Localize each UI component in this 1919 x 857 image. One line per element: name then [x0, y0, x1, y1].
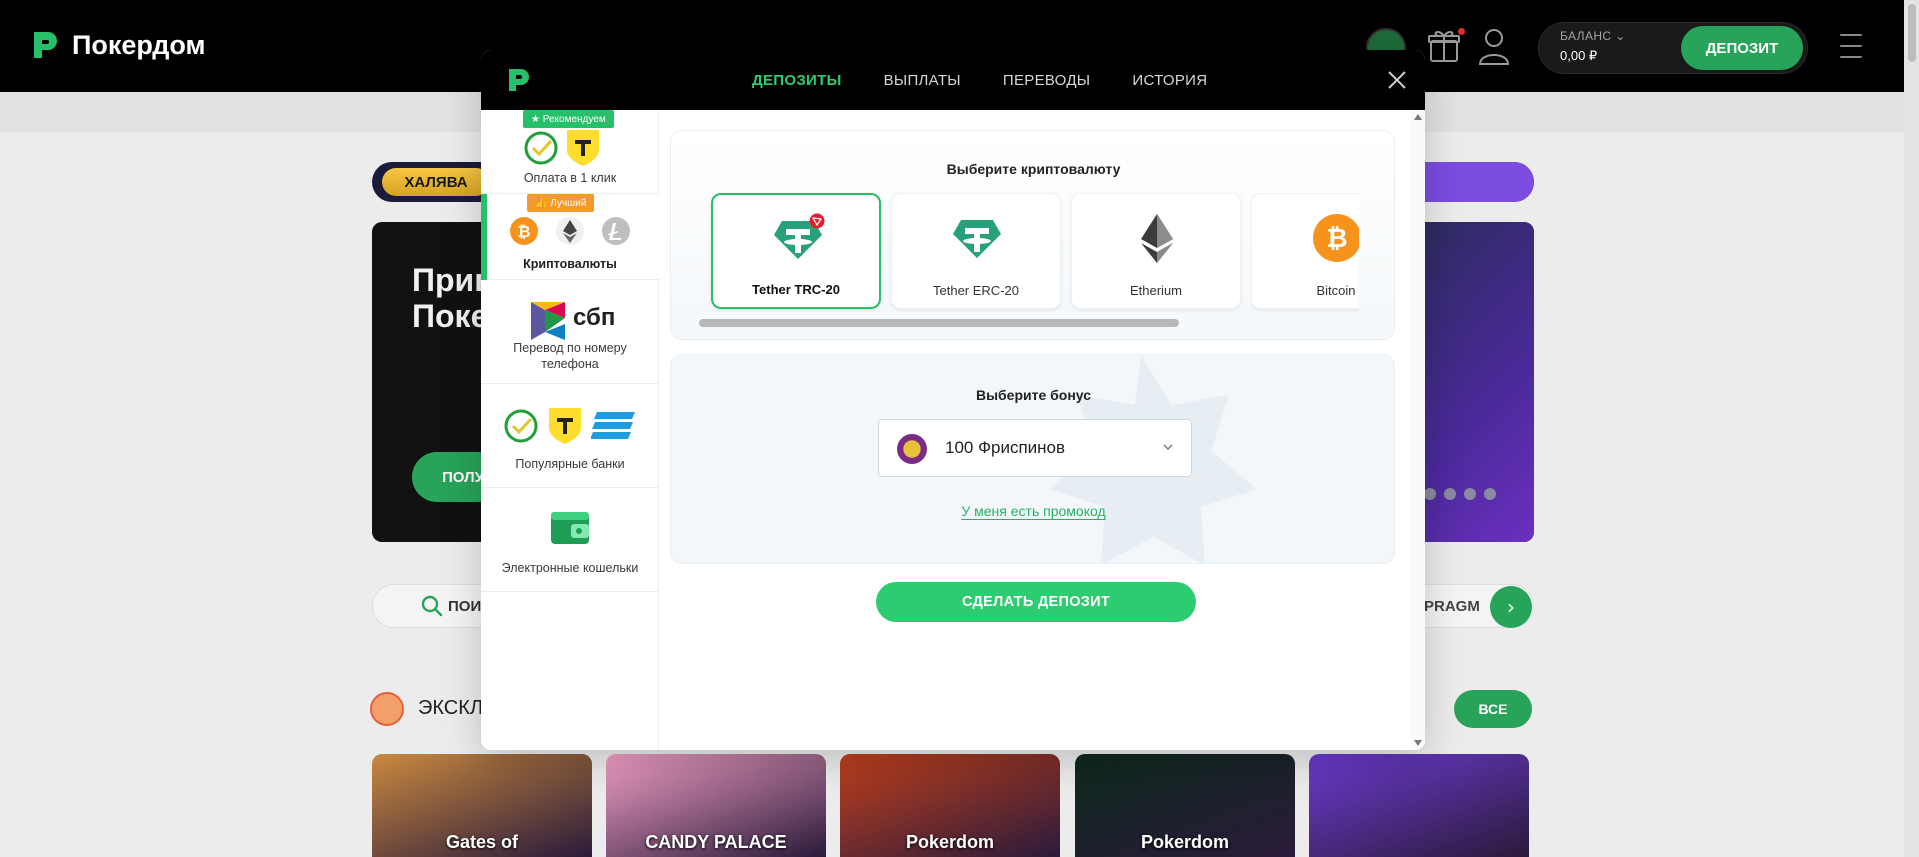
- bonus-dropdown[interactable]: 100 Фриспинов: [878, 419, 1192, 477]
- ethereum-icon: [556, 217, 584, 245]
- scroll-up-icon[interactable]: [1414, 114, 1422, 120]
- bonus-title: Выберите бонус: [975, 387, 1092, 403]
- bitcoin-icon: ₿: [1313, 214, 1359, 262]
- deposit-content: Выберите криптовалюту Tether TRC-20 Teth…: [659, 110, 1425, 750]
- close-icon[interactable]: [1385, 68, 1409, 92]
- gift-icon[interactable]: [1426, 28, 1462, 64]
- user-icon[interactable]: [1476, 26, 1512, 66]
- vtb-icon: [591, 412, 635, 439]
- search-icon: [421, 595, 443, 617]
- make-deposit-button[interactable]: СДЕЛАТЬ ДЕПОЗИТ: [876, 582, 1196, 622]
- balance-value: 0,00 ₽: [1560, 48, 1598, 63]
- coin-bitcoin[interactable]: ₿ Bitcoin: [1251, 193, 1359, 309]
- game-title: Pokerdom: [1140, 832, 1230, 852]
- coin-ethereum[interactable]: Etherium: [1071, 193, 1241, 309]
- freespins-icon: [897, 434, 927, 464]
- method-one-click[interactable]: ★ Рекомендуем Оплата в 1 клик: [481, 110, 659, 194]
- tron-badge-icon: [809, 213, 825, 229]
- crypto-selector-card: Выберите криптовалюту Tether TRC-20 Teth…: [670, 130, 1395, 340]
- balance-label[interactable]: БАЛАНС ⌄: [1560, 29, 1626, 43]
- sbp-logo-text: сбп: [573, 304, 616, 331]
- method-label: Популярные банки: [515, 457, 625, 471]
- pokerdom-logo-icon: [34, 32, 57, 58]
- method-label: Криптовалюты: [523, 257, 617, 271]
- sber-icon: [504, 409, 538, 443]
- svg-text:₿: ₿: [517, 222, 530, 241]
- tether-icon: [953, 220, 1001, 258]
- crypto-title: Выберите криптовалюту: [946, 161, 1121, 177]
- promo-code-link[interactable]: У меня есть промокод: [671, 503, 1394, 519]
- game-tile[interactable]: CANDY PALACE: [606, 754, 826, 857]
- all-games-button[interactable]: ВСЕ: [1454, 690, 1532, 728]
- game-tile[interactable]: Gates of: [372, 754, 592, 857]
- chevron-down-icon: [1163, 444, 1173, 451]
- game-title: Gates of: [445, 832, 519, 852]
- method-sbp[interactable]: сбп Перевод по номеру телефона: [481, 280, 659, 384]
- provider-filter[interactable]: PRAGM: [1424, 598, 1480, 615]
- coin-name: Bitcoin: [1316, 283, 1356, 298]
- promo-strip-accent: [1410, 162, 1534, 202]
- litecoin-icon: [602, 217, 630, 245]
- tab-transfers[interactable]: ПЕРЕВОДЫ: [1003, 72, 1090, 89]
- tab-history[interactable]: ИСТОРИЯ: [1132, 72, 1207, 89]
- game-title: CANDY PALACE: [645, 832, 787, 852]
- section-title: ЭКСКЛ: [418, 697, 484, 719]
- recommended-badge: ★ Рекомендуем: [523, 110, 614, 128]
- modal-tabs: ДЕПОЗИТЫ ВЫПЛАТЫ ПЕРЕВОДЫ ИСТОРИЯ: [752, 72, 1207, 89]
- coin-tether-erc20[interactable]: Tether ERC-20: [891, 193, 1061, 309]
- modal-scrollbar[interactable]: [1411, 110, 1425, 750]
- coins-horizontal-scrollbar[interactable]: [699, 319, 1179, 327]
- sber-icon: [524, 131, 558, 165]
- header-deposit-button[interactable]: ДЕПОЗИТ: [1681, 26, 1803, 70]
- tbank-icon: [567, 130, 599, 166]
- ethereum-icon: [1141, 214, 1173, 263]
- menu-icon[interactable]: [1840, 34, 1862, 58]
- best-badge: 👍 Лучший: [527, 194, 595, 212]
- notification-dot: [1458, 28, 1465, 35]
- sbp-icon: [531, 302, 565, 340]
- game-title: Pokerdom: [905, 832, 995, 852]
- method-ewallets[interactable]: Электронные кошельки: [481, 488, 659, 592]
- method-label: Оплата в 1 клик: [523, 171, 617, 185]
- smile-icon: [370, 692, 404, 726]
- site-logo[interactable]: Покердом: [28, 28, 206, 62]
- method-label: Электронные кошельки: [501, 561, 639, 575]
- bitcoin-icon: ₿: [510, 217, 538, 245]
- tab-deposits[interactable]: ДЕПОЗИТЫ: [752, 72, 842, 89]
- coin-name: Etherium: [1129, 283, 1183, 298]
- bonus-card: Выберите бонус 100 Фриспинов У меня есть…: [670, 354, 1395, 564]
- scroll-down-icon[interactable]: [1414, 740, 1422, 746]
- promo-badge[interactable]: ХАЛЯВА: [382, 168, 490, 196]
- coin-name: Tether ERC-20: [933, 283, 1019, 298]
- method-label: Перевод по номеру телефона: [513, 341, 627, 371]
- coin-tether-trc20[interactable]: Tether TRC-20: [711, 193, 881, 309]
- wallet-icon: [551, 512, 589, 544]
- method-banks[interactable]: Популярные банки: [481, 384, 659, 488]
- chevron-down-icon: ⌄: [1615, 29, 1626, 43]
- deposit-modal: ДЕПОЗИТЫ ВЫПЛАТЫ ПЕРЕВОДЫ ИСТОРИЯ ★ Реко…: [481, 50, 1425, 750]
- game-tile[interactable]: [1309, 754, 1529, 857]
- game-tile[interactable]: Pokerdom: [840, 754, 1060, 857]
- method-crypto[interactable]: 👍 Лучший ₿ Криптовалюты: [481, 194, 659, 280]
- svg-text:₿: ₿: [1326, 224, 1347, 254]
- tbank-icon: [549, 408, 581, 444]
- carousel-dots[interactable]: [1424, 488, 1496, 500]
- bonus-selected-value: 100 Фриспинов: [945, 438, 1066, 457]
- payment-methods-list: ★ Рекомендуем Оплата в 1 клик 👍 Лучший ₿: [481, 110, 659, 750]
- page-scrollbar-thumb[interactable]: [1908, 4, 1916, 62]
- coin-clip: ₿ Bitcoin: [1251, 193, 1359, 313]
- brand-name: Покердом: [72, 29, 206, 60]
- pokerdom-logo-icon: [509, 69, 529, 91]
- game-tile[interactable]: Pokerdom: [1075, 754, 1295, 857]
- page-scrollbar[interactable]: [1904, 0, 1919, 857]
- chevron-right-icon[interactable]: ›: [1490, 586, 1532, 628]
- coin-name: Tether TRC-20: [752, 282, 840, 297]
- tab-withdrawals[interactable]: ВЫПЛАТЫ: [884, 72, 961, 89]
- search-label[interactable]: ПОИ: [448, 598, 481, 615]
